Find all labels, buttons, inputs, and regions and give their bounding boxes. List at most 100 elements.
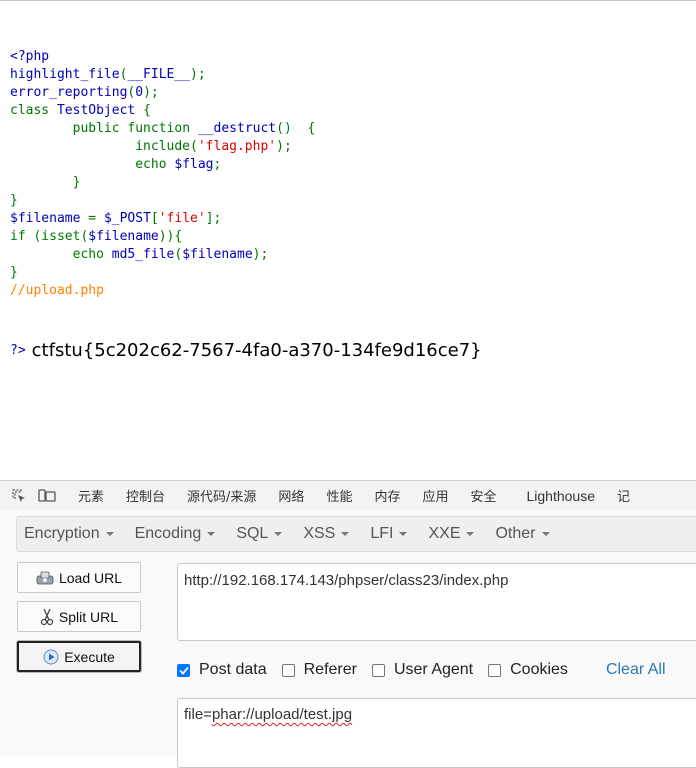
code-token: ]; [205,211,222,226]
source-line: include('flag.php'); [10,138,482,156]
devtools-tab-bar: 元素 控制台 源代码/来源 网络 性能 内存 应用 安全 Lighthouse … [0,480,696,511]
code-token: echo [10,247,112,262]
load-url-button[interactable]: Load URL [17,562,141,593]
chevron-down-icon [207,532,216,536]
chevron-down-icon [399,532,408,536]
post-data-checkbox[interactable] [177,663,190,677]
url-textarea[interactable]: http://192.168.174.143/phpser/class23/in… [177,563,696,641]
source-line: //upload.php [10,282,482,300]
source-line: echo md5_file($filename); [10,246,482,264]
code-token: __FILE__ [127,67,191,82]
tab-elements[interactable]: 元素 [78,486,104,505]
menu-xxe[interactable]: XXE [428,525,475,543]
php-close-tag: ?> [10,343,26,358]
clear-all-link[interactable]: Clear All [606,661,666,679]
code-token: $flag [174,157,214,172]
code-token: $_POST [103,211,151,226]
tab-lighthouse[interactable]: Lighthouse [527,488,596,504]
chevron-down-icon [274,532,283,536]
menu-sql-label: SQL [236,525,269,542]
tab-recorder[interactable]: 记 [617,486,630,505]
code-token: md5_file [111,247,175,262]
menu-encoding-label: Encoding [134,525,202,542]
menu-encoding[interactable]: Encoding [135,525,216,543]
code-token: ); [143,85,159,100]
load-url-label: Load URL [58,569,123,586]
source-line: } [10,192,482,210]
referer-option[interactable]: Referer [281,661,357,679]
load-url-icon [36,570,54,586]
menu-encryption-label: Encryption [24,525,100,542]
hackbar-panel: Encryption Encoding SQL XSS LFI XXE Othe… [0,510,696,768]
chevron-down-icon [466,532,475,536]
code-token: )){ [158,229,183,244]
tab-performance[interactable]: 性能 [326,486,352,505]
inspect-element-icon[interactable] [10,488,28,504]
user-agent-option[interactable]: User Agent [371,661,474,679]
menu-sql[interactable]: SQL [236,525,283,543]
split-url-label: Split URL [58,608,119,625]
chevron-down-icon [341,532,350,536]
code-token: { [143,103,151,118]
top-border [0,0,696,1]
referer-label: Referer [303,661,357,678]
code-token: public [10,121,128,136]
source-line: if (isset($filename)){ [10,228,482,246]
menu-encryption[interactable]: Encryption [24,525,114,543]
tab-application[interactable]: 应用 [422,486,448,505]
post-data-textarea[interactable]: file=phar://upload/test.jpg [177,698,696,768]
source-line: highlight_file(__FILE__); [10,66,482,84]
code-token: = [88,211,104,226]
source-line: echo $flag; [10,156,482,174]
flag-output: ctfstu{5c202c62-7567-4fa0-a370-134fe9d16… [31,340,482,361]
code-token: } [10,193,18,208]
code-token: } [10,265,18,280]
menu-xss[interactable]: XSS [303,525,350,543]
source-line: } [10,264,482,282]
scissors-icon [40,608,54,626]
referer-checkbox[interactable] [281,663,295,677]
output-line: ?> ctfstu{5c202c62-7567-4fa0-a370-134fe9… [10,338,482,364]
cookies-checkbox[interactable] [488,663,502,677]
menu-other[interactable]: Other [495,525,550,543]
hackbar-menu: Encryption Encoding SQL XSS LFI XXE Othe… [16,516,696,552]
code-token: ( [190,139,198,154]
tab-network[interactable]: 网络 [278,486,304,505]
post-data-label: Post data [199,661,267,678]
checkmark-icon [178,666,189,675]
menu-lfi[interactable]: LFI [370,525,408,543]
post-data-option[interactable]: Post data [177,661,267,679]
code-token: () { [276,121,316,136]
source-line: error_reporting(0); [10,84,482,102]
code-token: 0 [135,85,144,100]
tab-security[interactable]: 安全 [470,486,496,505]
code-token: TestObject [56,103,144,118]
menu-xss-label: XSS [303,525,336,542]
code-token: ; [213,157,222,172]
cookies-label: Cookies [510,661,568,678]
menu-lfi-label: LFI [370,525,394,542]
menu-other-label: Other [495,525,536,542]
execute-label: Execute [64,648,115,665]
code-token: [ [150,211,159,226]
tab-console[interactable]: 控制台 [126,486,165,505]
device-toolbar-icon[interactable] [38,488,56,504]
cookies-option[interactable]: Cookies [488,661,568,679]
code-token: class [10,103,57,118]
code-token: (isset( [33,229,89,244]
code-token: 'file' [158,211,206,226]
split-url-button[interactable]: Split URL [17,601,141,632]
post-data-value: phar://upload/test.jpg [211,706,353,723]
post-data-key: file= [184,706,212,723]
source-line: } [10,174,482,192]
user-agent-label: User Agent [393,661,474,678]
tab-sources[interactable]: 源代码/来源 [187,486,256,505]
execute-button[interactable]: Execute [17,641,141,672]
user-agent-checkbox[interactable] [371,663,385,677]
chevron-down-icon [541,532,550,536]
code-token: $filename [88,229,159,244]
code-token: highlight_file [10,67,120,82]
php-source-view: <?php highlight_file(__FILE__); error_repo… [10,12,482,382]
code-token: ); [190,67,206,82]
tab-memory[interactable]: 内存 [374,486,400,505]
